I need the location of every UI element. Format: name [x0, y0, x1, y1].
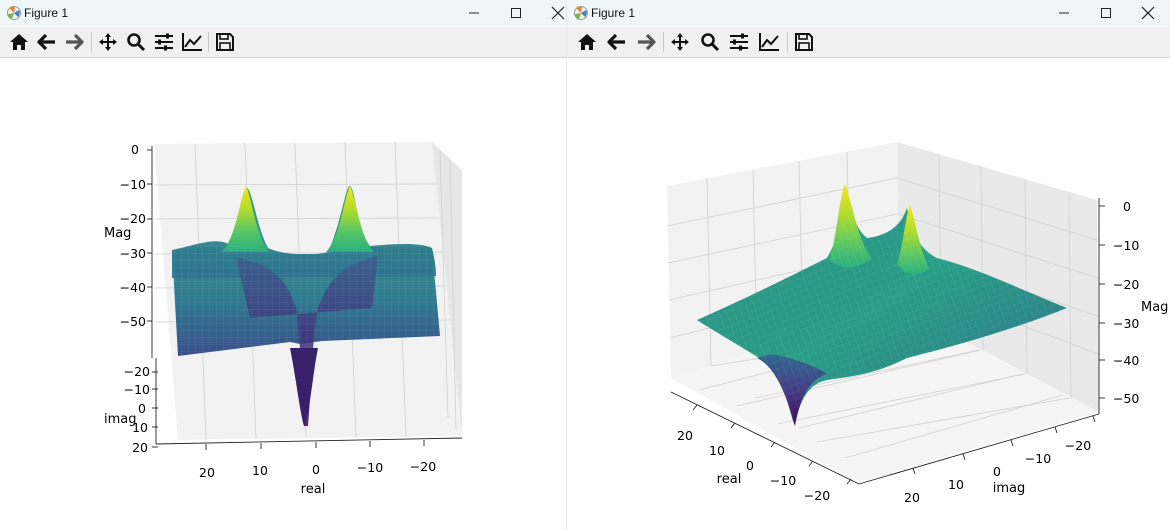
z-tick-label: −20 — [120, 211, 146, 226]
z-tick-label: −30 — [1113, 316, 1139, 331]
save-button[interactable] — [212, 30, 238, 54]
z-tick-label: −10 — [1113, 238, 1139, 253]
figure-window-left: Figure 1 0 −10 −20 −30 −40 −50 Mag −20 −… — [0, 0, 567, 530]
z-tick-label: −50 — [120, 314, 146, 329]
z-tick-label: 0 — [131, 142, 139, 157]
maximize-icon — [1101, 8, 1111, 18]
close-icon — [551, 6, 565, 20]
home-button[interactable] — [574, 30, 600, 54]
imag-tick-label: 10 — [948, 477, 964, 492]
zoom-icon — [701, 33, 720, 52]
real-tick-label: −20 — [410, 459, 436, 474]
real-tick-label: 10 — [252, 463, 268, 478]
real-tick-label: 20 — [199, 465, 215, 480]
pan-button[interactable] — [667, 30, 693, 54]
title-bar: Figure 1 — [0, 0, 566, 26]
matplotlib-app-icon — [574, 6, 588, 20]
back-button[interactable] — [34, 30, 60, 54]
z-tick-label: 0 — [1123, 199, 1131, 214]
imag-tick-label: 20 — [132, 440, 148, 455]
z-tick-label: −30 — [120, 246, 146, 261]
save-icon — [216, 33, 234, 51]
configure-subplots-button[interactable] — [726, 30, 752, 54]
z-tick-label: −40 — [120, 280, 146, 295]
forward-button[interactable] — [633, 30, 659, 54]
pan-button[interactable] — [95, 30, 121, 54]
axes-3d: 0 −10 −20 −30 −40 −50 Mag −20 −10 0 10 2… — [104, 141, 463, 497]
back-arrow-icon — [37, 33, 55, 51]
save-button[interactable] — [791, 30, 817, 54]
z-tick-label: −50 — [1113, 391, 1139, 406]
close-icon — [1141, 6, 1155, 20]
z-axis-label: Mag — [1141, 300, 1168, 315]
toolbar-separator — [787, 32, 788, 52]
home-button[interactable] — [6, 30, 32, 54]
real-axis-label: real — [301, 482, 326, 497]
real-axis-label: real — [717, 472, 742, 487]
imag-axis-label: imag — [104, 412, 137, 427]
home-icon — [578, 34, 596, 50]
configure-subplots-icon — [730, 33, 748, 51]
navigation-toolbar — [0, 27, 566, 58]
real-tick-label: 10 — [709, 443, 725, 458]
imag-tick-label: 20 — [904, 490, 920, 505]
real-tick-label: 0 — [746, 458, 754, 473]
axes-3d: 0 −10 −20 −30 −40 −50 Mag 20 10 0 −10 −2… — [666, 142, 1168, 505]
minimize-icon — [469, 12, 479, 14]
z-tick-label: −20 — [1113, 277, 1139, 292]
close-button[interactable] — [1126, 0, 1170, 26]
forward-button[interactable] — [61, 30, 87, 54]
matplotlib-app-icon — [7, 6, 21, 20]
minimize-button[interactable] — [452, 0, 496, 26]
edit-axis-icon — [182, 33, 202, 51]
imag-tick-label: −10 — [1025, 451, 1051, 466]
toolbar-separator — [663, 32, 664, 52]
real-tick-label: −10 — [770, 473, 796, 488]
close-button[interactable] — [536, 0, 566, 26]
maximize-button[interactable] — [1084, 0, 1128, 26]
z-tick-label: −10 — [120, 177, 146, 192]
edit-axis-button[interactable] — [179, 30, 205, 54]
real-tick-label: −10 — [357, 460, 383, 475]
edit-axis-button[interactable] — [756, 30, 782, 54]
zoom-button[interactable] — [123, 30, 149, 54]
edit-axis-icon — [759, 33, 779, 51]
title-bar: Figure 1 — [567, 0, 1170, 26]
configure-subplots-icon — [155, 33, 173, 51]
forward-arrow-icon — [638, 33, 656, 51]
plot-canvas[interactable]: 0 −10 −20 −30 −40 −50 Mag 20 10 0 −10 −2… — [567, 58, 1170, 530]
save-icon — [795, 33, 813, 51]
minimize-button[interactable] — [1042, 0, 1086, 26]
imag-tick-label: 0 — [138, 401, 146, 416]
z-axis-label: Mag — [104, 226, 131, 241]
z-tick-label: −40 — [1113, 353, 1139, 368]
forward-arrow-icon — [66, 33, 84, 51]
window-title: Figure 1 — [24, 6, 69, 20]
zoom-button[interactable] — [697, 30, 723, 54]
imag-axis-label: imag — [993, 481, 1026, 496]
real-tick-label: −20 — [804, 488, 830, 503]
imag-tick-label: −20 — [1065, 438, 1091, 453]
home-icon — [10, 34, 28, 50]
figure-window-right: Figure 1 0 −10 −20 −30 −40 −50 Mag 20 10… — [567, 0, 1170, 530]
zoom-icon — [127, 33, 146, 52]
back-arrow-icon — [607, 33, 625, 51]
imag-tick-label: −20 — [124, 364, 150, 379]
window-title: Figure 1 — [591, 6, 636, 20]
plot-canvas[interactable]: 0 −10 −20 −30 −40 −50 Mag −20 −10 0 10 2… — [0, 58, 566, 530]
navigation-toolbar — [567, 27, 1170, 58]
minimize-icon — [1059, 12, 1069, 14]
pan-icon — [99, 33, 117, 51]
maximize-icon — [511, 8, 521, 18]
back-button[interactable] — [604, 30, 630, 54]
toolbar-separator — [91, 32, 92, 52]
real-tick-label: 0 — [312, 462, 320, 477]
pan-icon — [671, 33, 689, 51]
imag-tick-label: 0 — [993, 464, 1001, 479]
maximize-button[interactable] — [494, 0, 538, 26]
imag-tick-label: −10 — [124, 382, 150, 397]
real-tick-label: 20 — [677, 428, 693, 443]
toolbar-separator — [208, 32, 209, 52]
configure-subplots-button[interactable] — [151, 30, 177, 54]
